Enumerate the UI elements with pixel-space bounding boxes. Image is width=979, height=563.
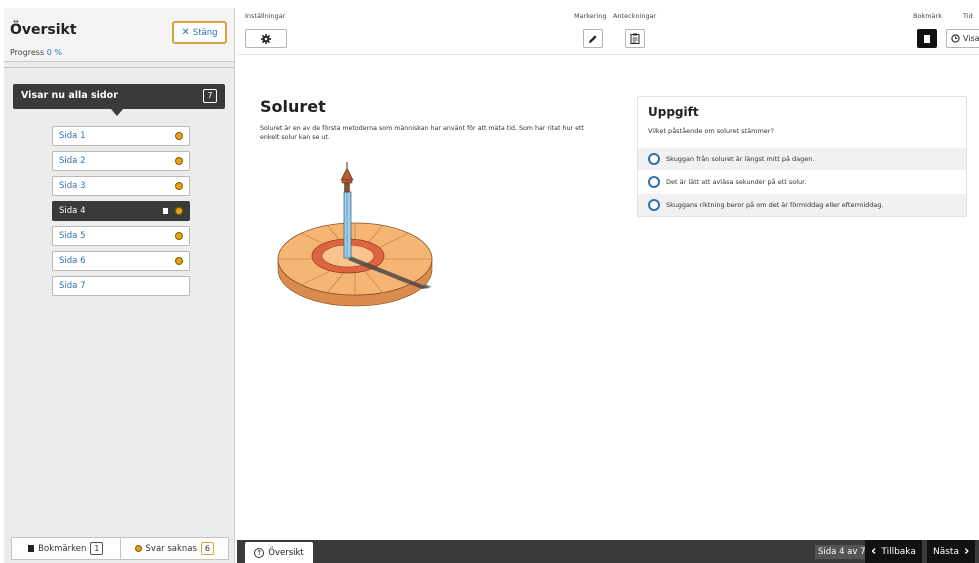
answer-missing-icon <box>175 132 183 140</box>
bookmark-icon <box>28 545 35 552</box>
answer-missing-icon <box>175 182 183 190</box>
task-question: Vilket påstående om soluret stämmer? <box>648 127 774 135</box>
show-time-label: Visa <box>963 34 979 43</box>
page-item-3[interactable]: Sida 3 <box>52 176 190 196</box>
sidebar-divider <box>4 67 235 68</box>
page-count-badge: 7 <box>203 89 217 103</box>
answer-missing-icon <box>175 207 183 215</box>
progress-indicator: Progress 0 % <box>10 48 62 57</box>
answer-missing-icon <box>134 545 142 552</box>
task-title: Uppgift <box>648 105 699 119</box>
show-time-button[interactable]: Visa <box>946 29 979 48</box>
answer-option-label: Skuggan från soluret är längst mitt på d… <box>666 155 815 163</box>
pencil-icon <box>589 34 597 43</box>
marking-button[interactable] <box>583 29 603 48</box>
settings-button[interactable] <box>245 29 287 48</box>
sidebar-title: Översikt <box>10 22 77 38</box>
overview-sidebar: Översikt Progress 0 % ✕ Stäng Visar nu a… <box>4 8 235 563</box>
page-list: Sida 1 Sida 2 Sida 3 Sida 4 Sida 5 Sida … <box>52 126 190 301</box>
circle-up-arrow-icon: ↑ <box>254 547 265 558</box>
radio-button[interactable] <box>648 176 660 188</box>
page-item-label: Sida 3 <box>59 181 86 191</box>
overview-button[interactable]: ↑ Översikt <box>245 542 313 563</box>
answer-option-label: Skuggans riktning beror på om det är för… <box>666 201 884 209</box>
notepad-icon <box>630 33 640 44</box>
close-icon: ✕ <box>181 26 190 38</box>
task-panel: Uppgift Vilket påstående om soluret stäm… <box>637 96 967 217</box>
page-item-label: Sida 2 <box>59 156 86 166</box>
settings-label: Inställningar <box>245 12 286 20</box>
bookmark-button[interactable] <box>917 29 937 48</box>
marking-label: Markering <box>574 12 607 20</box>
back-button-label: Tillbaka <box>881 546 916 557</box>
bookmark-label: Bokmärk <box>913 12 942 20</box>
top-toolbar: Inställningar Markering Anteckningar Bok… <box>237 8 979 55</box>
overview-button-label: Översikt <box>268 547 304 558</box>
bookmarks-label: Bokmärken <box>38 543 87 554</box>
progress-value: 0 % <box>46 48 62 57</box>
page-item-label: Sida 7 <box>59 281 86 291</box>
next-button-label: Nästa <box>933 546 959 557</box>
page-item-2[interactable]: Sida 2 <box>52 151 190 171</box>
answer-option-3[interactable]: Skuggans riktning beror på om det är för… <box>638 194 966 216</box>
pointer-triangle <box>111 109 123 116</box>
bookmark-icon <box>163 208 168 214</box>
page-filter-toggle[interactable]: Visar nu alla sidor 7 <box>13 84 225 116</box>
page-item-1[interactable]: Sida 1 <box>52 126 190 146</box>
gear-icon <box>261 33 271 44</box>
answer-option-label: Det är lätt att avläsa sekunder på ett s… <box>666 178 807 186</box>
page-filter-label: Visar nu alla sidor <box>21 90 118 101</box>
answer-option-1[interactable]: Skuggan från soluret är längst mitt på d… <box>638 148 966 170</box>
next-button[interactable]: Nästa › <box>927 540 976 563</box>
radio-button[interactable] <box>648 153 660 165</box>
missing-answers-label: Svar saknas <box>145 543 197 554</box>
page-item-5[interactable]: Sida 5 <box>52 226 190 246</box>
progress-label: Progress <box>10 48 45 57</box>
sundial-illustration <box>277 162 433 307</box>
bottom-navigation-bar: ↑ Översikt Sida 4 av 7 ‹ Tillbaka Nästa … <box>237 540 979 563</box>
clock-icon <box>951 34 960 43</box>
close-button-label: Stäng <box>192 27 218 38</box>
bookmarks-filter-button[interactable]: Bokmärken 1 <box>12 538 120 559</box>
answer-option-2[interactable]: Det är lätt att avläsa sekunder på ett s… <box>638 171 966 193</box>
page-item-7[interactable]: Sida 7 <box>52 276 190 296</box>
answer-missing-icon <box>175 157 183 165</box>
bookmark-icon <box>924 34 930 43</box>
bookmarks-count: 1 <box>90 542 104 555</box>
time-label: Tid <box>963 12 973 20</box>
missing-answers-filter-button[interactable]: Svar saknas 6 <box>119 538 229 559</box>
page-title: Soluret <box>260 97 326 116</box>
notes-label: Anteckningar <box>613 12 657 20</box>
page-description: Soluret är en av de första metoderna som… <box>260 125 584 141</box>
page-item-label: Sida 1 <box>59 131 86 141</box>
answer-missing-icon <box>175 257 183 265</box>
chevron-left-icon: ‹ <box>871 544 877 559</box>
chevron-right-icon: › <box>963 544 970 559</box>
radio-button[interactable] <box>648 199 660 211</box>
page-item-label: Sida 4 <box>59 206 86 216</box>
back-button[interactable]: ‹ Tillbaka <box>865 540 922 563</box>
page-item-4[interactable]: Sida 4 <box>52 201 190 221</box>
close-sidebar-button[interactable]: ✕ Stäng <box>172 21 227 44</box>
page-indicator: Sida 4 av 7 <box>815 545 869 559</box>
sidebar-header: Översikt Progress 0 % ✕ Stäng <box>4 8 234 62</box>
notes-button[interactable] <box>625 29 645 48</box>
answer-missing-icon <box>175 232 183 240</box>
missing-answers-count: 6 <box>200 542 214 555</box>
page-item-label: Sida 6 <box>59 256 86 266</box>
page-item-6[interactable]: Sida 6 <box>52 251 190 271</box>
page-item-label: Sida 5 <box>59 231 86 241</box>
sidebar-footer: Bokmärken 1 Svar saknas 6 <box>11 537 229 560</box>
